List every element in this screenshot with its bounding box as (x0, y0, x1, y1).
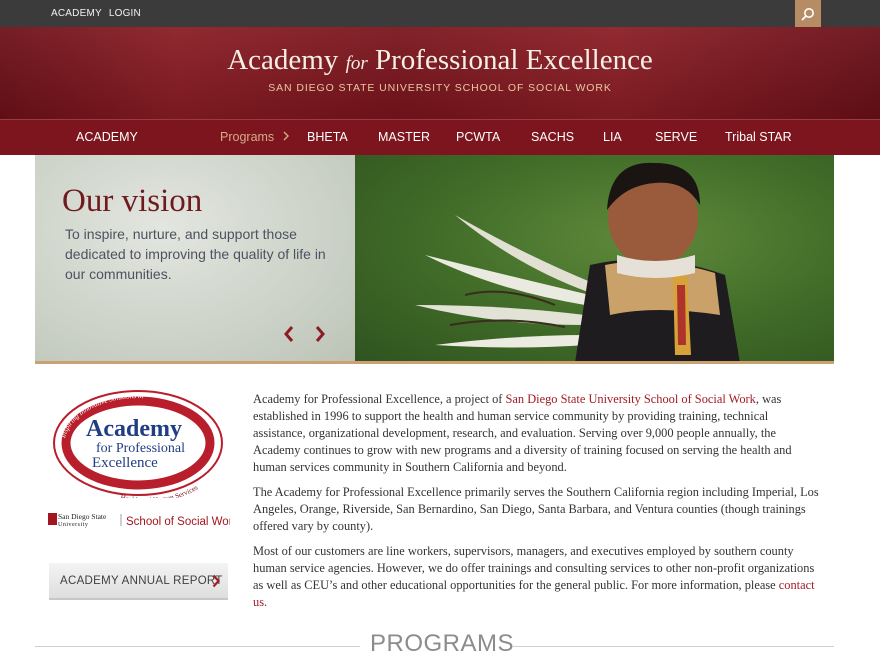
intro-paragraph-3: Most of our customers are line workers, … (253, 543, 823, 611)
site-title-part1: Academy (227, 44, 346, 76)
nav-item-academy[interactable]: ACADEMY (76, 130, 138, 144)
academy-logo: Inspiring Innovative Solutions in Health… (50, 388, 226, 504)
nav-programs-label[interactable]: Programs (220, 130, 274, 144)
annual-report-button[interactable]: ACADEMY ANNUAL REPORT (49, 563, 228, 600)
hero-slider: Our vision To inspire, nurture, and supp… (35, 155, 834, 363)
logo-line-professional: for Professional (96, 441, 185, 456)
site-subtitle: SAN DIEGO STATE UNIVERSITY SCHOOL OF SOC… (268, 82, 612, 94)
nav-item-tribal-star[interactable]: Tribal STAR (725, 130, 792, 144)
programs-rule-right (512, 646, 834, 647)
nav-item-sachs[interactable]: SACHS (531, 130, 574, 144)
p3-text: Most of our customers are line workers, … (253, 544, 815, 592)
chevron-right-icon (212, 574, 220, 588)
hero-photo (355, 155, 834, 363)
annual-report-label: ACADEMY ANNUAL REPORT (60, 575, 223, 587)
sdsu-school-name: School of Social Work (126, 516, 230, 528)
programs-rule-left (35, 646, 360, 647)
site-title[interactable]: Academy for Professional Excellence (0, 44, 880, 77)
intro-paragraph-2: The Academy for Professional Excellence … (253, 485, 819, 533)
hero-caption-panel: Our vision To inspire, nurture, and supp… (35, 155, 355, 363)
chevron-right-icon (283, 131, 289, 141)
nav-item-master[interactable]: MASTER (378, 130, 430, 144)
utility-links: ACADEMY LOGIN (51, 8, 145, 19)
search-button[interactable] (795, 0, 821, 27)
site-title-for: for (345, 53, 368, 74)
intro-content: Academy for Professional Excellence, a p… (253, 391, 823, 619)
hero-bottom-rule (35, 361, 834, 364)
search-icon (801, 7, 814, 20)
sdsu-name-bottom: University (58, 522, 88, 528)
site-title-part2: Professional Excellence (367, 44, 653, 76)
sdsu-school-logo: San Diego State University School of Soc… (48, 510, 239, 530)
chevron-left-icon[interactable] (282, 325, 296, 343)
logo-line-excellence: Excellence (92, 455, 158, 471)
child-with-feathers-photo (415, 162, 740, 363)
sdsu-social-work-link[interactable]: San Diego State University School of Soc… (506, 392, 756, 406)
nav-item-pcwta[interactable]: PCWTA (456, 130, 500, 144)
academy-link[interactable]: ACADEMY (51, 8, 102, 19)
nav-item-serve[interactable]: SERVE (655, 130, 697, 144)
nav-item-lia[interactable]: LIA (603, 130, 622, 144)
intro-paragraph-1: Academy for Professional Excellence, a p… (253, 391, 823, 476)
main-navigation: ACADEMY Programs BHETA MASTER PCWTA SACH… (0, 119, 880, 155)
chevron-right-icon[interactable] (313, 325, 327, 343)
sdsu-name-top: San Diego State (58, 512, 107, 521)
nav-item-bheta[interactable]: BHETA (307, 130, 348, 144)
p3-text-end: . (264, 595, 268, 609)
hero-title: Our vision (62, 183, 203, 219)
site-banner: Academy for Professional Excellence SAN … (0, 27, 880, 119)
hero-text: To inspire, nurture, and support those d… (65, 226, 326, 282)
logo-line-academy: Academy (86, 416, 182, 442)
top-utility-bar: ACADEMY LOGIN (0, 0, 880, 27)
programs-heading: PROGRAMS (370, 630, 515, 657)
login-link[interactable]: LOGIN (109, 8, 141, 19)
p1-text: Academy for Professional Excellence, a p… (253, 392, 506, 406)
